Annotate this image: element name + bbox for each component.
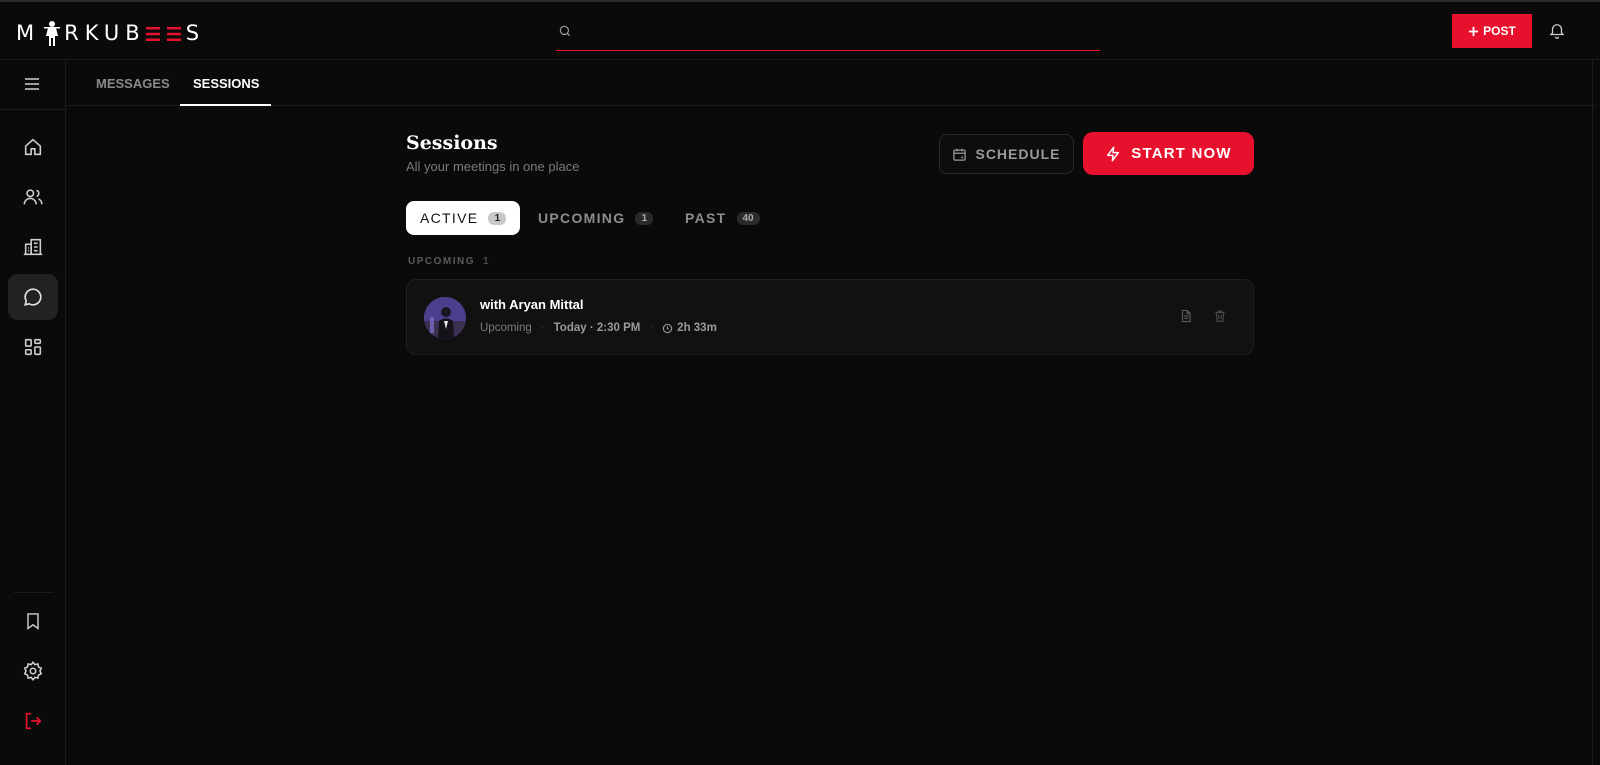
logout-icon <box>25 712 42 730</box>
home-icon <box>24 138 42 156</box>
sidebar-item-users[interactable] <box>8 174 58 220</box>
menu-icon[interactable] <box>22 76 42 97</box>
active-tab-indicator <box>180 104 271 106</box>
separator-dot: · <box>540 322 545 334</box>
post-button[interactable]: POST <box>1452 14 1532 48</box>
session-title: with Aryan Mittal <box>480 297 584 312</box>
grid-icon <box>24 338 42 356</box>
session-actions <box>1179 308 1227 329</box>
logo-text-end: S <box>185 21 206 45</box>
search-bar <box>556 16 1100 51</box>
sidebar-item-home[interactable] <box>8 124 58 170</box>
filter-count: 40 <box>736 211 760 225</box>
sidebar-item-building[interactable] <box>8 224 58 270</box>
sidebar-item-logout[interactable] <box>8 698 58 744</box>
tab-messages[interactable]: MESSAGES <box>96 60 170 106</box>
filter-count: 1 <box>635 211 654 225</box>
logo-text: RKUB <box>64 21 146 45</box>
clock-icon <box>662 323 673 333</box>
filter-upcoming[interactable]: UPCOMING 1 <box>538 201 654 235</box>
plus-icon <box>1469 26 1479 36</box>
sidebar-item-bookmarks[interactable] <box>8 598 58 644</box>
schedule-button[interactable]: SCHEDULE <box>939 134 1074 174</box>
schedule-button-label: SCHEDULE <box>975 146 1061 162</box>
document-icon[interactable] <box>1179 308 1193 329</box>
session-card[interactable]: with Aryan Mittal Upcoming · Today · 2:3… <box>406 279 1254 355</box>
avatar <box>424 297 466 339</box>
filter-label: UPCOMING <box>538 210 626 226</box>
sidebar-divider <box>0 109 66 110</box>
lightning-icon <box>1107 146 1120 161</box>
session-time: Today · 2:30 PM <box>553 322 641 334</box>
bell-icon[interactable] <box>1548 20 1566 45</box>
section-tabs: MESSAGES SESSIONS <box>66 60 1596 106</box>
filter-count: 1 <box>488 211 507 225</box>
section-heading: UPCOMING 1 <box>408 256 490 267</box>
page-title: Sessions <box>406 132 498 154</box>
app-logo[interactable]: M RKUB S <box>16 18 205 48</box>
start-now-button[interactable]: START NOW <box>1083 132 1254 175</box>
session-duration-value: 2h 33m <box>677 322 717 334</box>
filter-label: PAST <box>685 210 727 226</box>
top-bar: M RKUB S POST <box>0 0 1600 60</box>
search-input[interactable] <box>584 20 1084 46</box>
search-icon <box>559 25 571 37</box>
tab-sessions[interactable]: SESSIONS <box>193 60 259 106</box>
sidebar-item-grid[interactable] <box>8 324 58 370</box>
bookmark-icon <box>27 613 39 630</box>
separator-dot: · <box>649 322 654 334</box>
post-button-label: POST <box>1483 24 1516 38</box>
gear-icon <box>23 661 43 681</box>
session-meta: Upcoming · Today · 2:30 PM · 2h 33m <box>480 322 717 334</box>
scrollbar[interactable] <box>1592 60 1600 765</box>
section-heading-label: UPCOMING <box>408 256 475 267</box>
page-subtitle: All your meetings in one place <box>406 159 580 174</box>
filter-label: ACTIVE <box>420 210 479 226</box>
users-icon <box>23 189 43 205</box>
sidebar-divider-bottom <box>14 592 54 593</box>
session-status: Upcoming <box>480 322 532 334</box>
filter-active[interactable]: ACTIVE 1 <box>406 201 521 235</box>
logo-figure-icon <box>42 20 62 46</box>
sidebar <box>0 60 66 765</box>
sidebar-item-messages[interactable] <box>8 274 58 320</box>
filter-past[interactable]: PAST 40 <box>685 201 760 235</box>
logo-text-accent <box>145 21 186 45</box>
section-heading-count: 1 <box>483 256 491 267</box>
trash-icon[interactable] <box>1213 308 1227 329</box>
start-now-button-label: START NOW <box>1131 145 1232 162</box>
message-circle-icon <box>24 288 42 306</box>
building-icon <box>23 238 43 256</box>
calendar-clock-icon <box>953 148 967 161</box>
sidebar-item-settings[interactable] <box>8 648 58 694</box>
logo-letter-m: M <box>16 21 41 45</box>
session-duration: 2h 33m <box>662 322 717 334</box>
